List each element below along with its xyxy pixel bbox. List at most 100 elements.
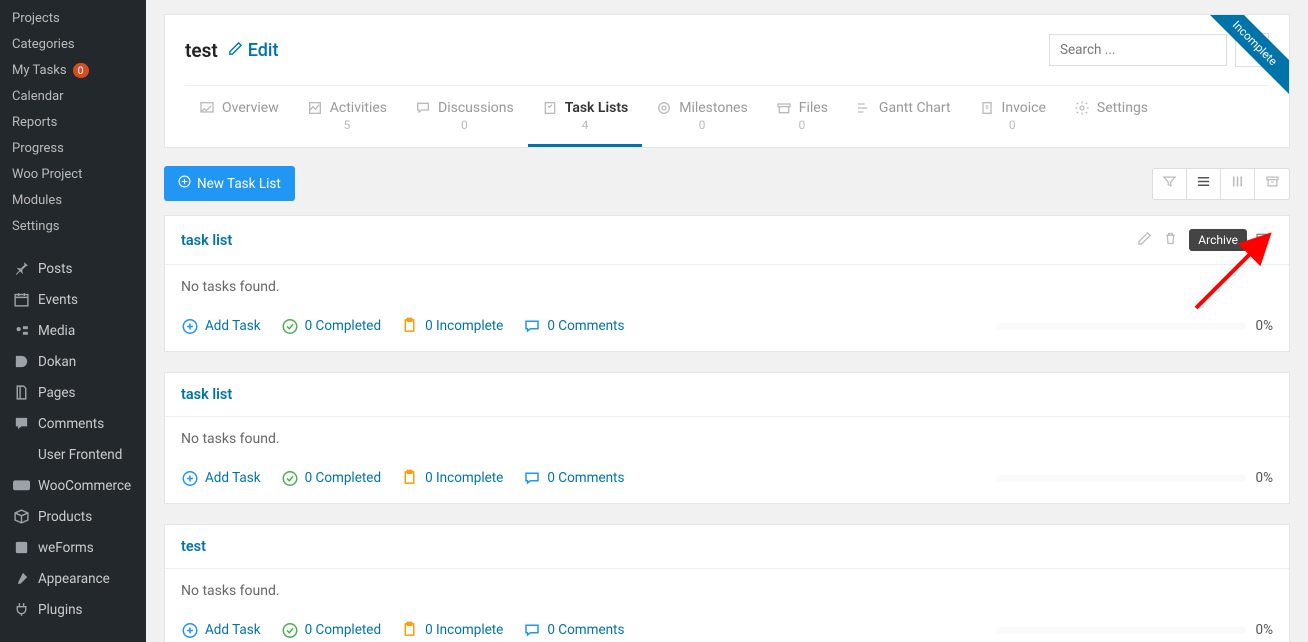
user-icon bbox=[12, 446, 30, 464]
tab-discussions[interactable]: Discussions0 bbox=[401, 86, 528, 147]
comment-icon bbox=[523, 469, 541, 487]
comments-link[interactable]: 0 Comments bbox=[523, 621, 624, 639]
progress-bar bbox=[996, 627, 1246, 634]
plus-circle-icon bbox=[181, 317, 199, 335]
incomplete-link[interactable]: 0 Incomplete bbox=[401, 317, 503, 335]
sidebar-sub-modules[interactable]: Modules bbox=[0, 187, 146, 213]
tab-gantt-chart[interactable]: Gantt Chart bbox=[842, 86, 965, 147]
comments-link[interactable]: 0 Comments bbox=[523, 317, 624, 335]
plus-icon bbox=[178, 175, 191, 192]
comment-icon bbox=[523, 621, 541, 639]
settings-gear-button[interactable] bbox=[1235, 33, 1269, 67]
project-tabs: Overview Activities5Discussions0Task Lis… bbox=[185, 85, 1269, 147]
sidebar-sub-settings[interactable]: Settings bbox=[0, 213, 146, 239]
sidebar-item-appearance[interactable]: Appearance bbox=[0, 563, 146, 594]
sidebar-item-label: Plugins bbox=[38, 602, 83, 618]
sidebar-item-label: WooCommerce bbox=[38, 478, 131, 494]
sidebar-sub-label: My Tasks bbox=[12, 63, 67, 78]
edit-project-link[interactable]: Edit bbox=[228, 40, 279, 61]
tab-label: Files bbox=[799, 100, 828, 116]
add-task-label: Add Task bbox=[205, 318, 261, 334]
sidebar-item-user-frontend[interactable]: User Frontend bbox=[0, 439, 146, 470]
tab-label: Activities bbox=[330, 100, 387, 116]
sidebar-sub-label: Categories bbox=[12, 37, 75, 52]
view-toggle-group bbox=[1152, 168, 1290, 200]
list-icon bbox=[1196, 174, 1211, 193]
sidebar-item-label: Products bbox=[38, 509, 92, 525]
sidebar-item-label: Pages bbox=[38, 385, 76, 401]
sidebar-item-comments[interactable]: Comments bbox=[0, 408, 146, 439]
archive-icon bbox=[1265, 174, 1280, 193]
archive-list-button[interactable] bbox=[1255, 231, 1273, 249]
task-list-card: test No tasks found. Add Task 0 Complete… bbox=[164, 524, 1290, 642]
sidebar-item-woocommerce[interactable]: WooCommerce bbox=[0, 470, 146, 501]
sidebar-sub-reports[interactable]: Reports bbox=[0, 109, 146, 135]
sidebar-sub-calendar[interactable]: Calendar bbox=[0, 83, 146, 109]
filter-toggle[interactable] bbox=[1153, 169, 1187, 199]
completed-link[interactable]: 0 Completed bbox=[281, 317, 381, 335]
sidebar-item-label: User Frontend bbox=[38, 447, 122, 463]
add-task-link[interactable]: Add Task bbox=[181, 621, 261, 639]
tab-count: 4 bbox=[582, 118, 589, 132]
gear-icon bbox=[1244, 40, 1261, 61]
incomplete-label: 0 Incomplete bbox=[425, 622, 503, 638]
tab-files[interactable]: Files0 bbox=[762, 86, 842, 147]
new-task-list-button[interactable]: New Task List bbox=[164, 166, 295, 201]
comments-label: 0 Comments bbox=[547, 622, 624, 638]
add-task-link[interactable]: Add Task bbox=[181, 469, 261, 487]
completed-link[interactable]: 0 Completed bbox=[281, 621, 381, 639]
files-icon bbox=[776, 100, 792, 116]
incomplete-link[interactable]: 0 Incomplete bbox=[401, 469, 503, 487]
clipboard-icon bbox=[401, 317, 419, 335]
sidebar-sub-projects[interactable]: Projects bbox=[0, 5, 146, 31]
delete-list-button[interactable] bbox=[1163, 231, 1181, 249]
comments-link[interactable]: 0 Comments bbox=[523, 469, 624, 487]
invoice-icon bbox=[979, 100, 995, 116]
sidebar-item-events[interactable]: Events bbox=[0, 284, 146, 315]
sidebar-item-posts[interactable]: Posts bbox=[0, 253, 146, 284]
sidebar-item-products[interactable]: Products bbox=[0, 501, 146, 532]
tab-invoice[interactable]: Invoice0 bbox=[965, 86, 1060, 147]
list-view-toggle[interactable] bbox=[1187, 169, 1221, 199]
admin-sidebar: Projects Categories My Tasks 0 CalendarRepor… bbox=[0, 0, 146, 642]
list-title-link[interactable]: task list bbox=[181, 232, 232, 249]
sidebar-item-weforms[interactable]: weForms bbox=[0, 532, 146, 563]
sidebar-sub-progress[interactable]: Progress bbox=[0, 135, 146, 161]
sidebar-item-dokan[interactable]: Dokan bbox=[0, 346, 146, 377]
tab-overview[interactable]: Overview bbox=[185, 86, 293, 147]
list-title-link[interactable]: task list bbox=[181, 386, 232, 403]
main-content: test Edit Incomplete Overview bbox=[146, 0, 1308, 642]
list-empty-message: No tasks found. bbox=[165, 569, 1289, 613]
incomplete-link[interactable]: 0 Incomplete bbox=[401, 621, 503, 639]
list-title-link[interactable]: test bbox=[181, 538, 206, 555]
board-view-toggle[interactable] bbox=[1221, 169, 1255, 199]
sidebar-item-label: Events bbox=[38, 292, 78, 308]
archive-view-toggle[interactable] bbox=[1255, 169, 1289, 199]
sidebar-sub-my-tasks[interactable]: My Tasks 0 bbox=[0, 57, 146, 83]
new-button-label: New Task List bbox=[197, 176, 281, 192]
count-badge: 0 bbox=[73, 63, 89, 78]
incomplete-label: 0 Incomplete bbox=[425, 470, 503, 486]
tab-task-lists[interactable]: Task Lists4 bbox=[528, 86, 643, 147]
sidebar-item-media[interactable]: Media bbox=[0, 315, 146, 346]
completed-link[interactable]: 0 Completed bbox=[281, 469, 381, 487]
edit-list-button[interactable] bbox=[1137, 231, 1155, 249]
sidebar-sub-label: Modules bbox=[12, 193, 62, 208]
tab-settings[interactable]: Settings bbox=[1060, 86, 1162, 147]
sidebar-sub-label: Settings bbox=[12, 219, 59, 234]
brush-icon bbox=[12, 570, 30, 588]
tab-activities[interactable]: Activities5 bbox=[293, 86, 401, 147]
comments-label: 0 Comments bbox=[547, 470, 624, 486]
sidebar-sub-woo-project[interactable]: Woo Project bbox=[0, 161, 146, 187]
sidebar-item-pages[interactable]: Pages bbox=[0, 377, 146, 408]
tab-milestones[interactable]: Milestones0 bbox=[642, 86, 762, 147]
sidebar-sub-categories[interactable]: Categories bbox=[0, 31, 146, 57]
check-circle-icon bbox=[281, 317, 299, 335]
pin-icon bbox=[12, 260, 30, 278]
search-input[interactable] bbox=[1049, 34, 1227, 66]
tab-label: Milestones bbox=[679, 100, 748, 116]
task-list-card: task list No tasks found. Add Task 0 Com… bbox=[164, 372, 1290, 504]
sidebar-item-label: weForms bbox=[38, 540, 94, 556]
sidebar-item-plugins[interactable]: Plugins bbox=[0, 594, 146, 625]
add-task-link[interactable]: Add Task bbox=[181, 317, 261, 335]
